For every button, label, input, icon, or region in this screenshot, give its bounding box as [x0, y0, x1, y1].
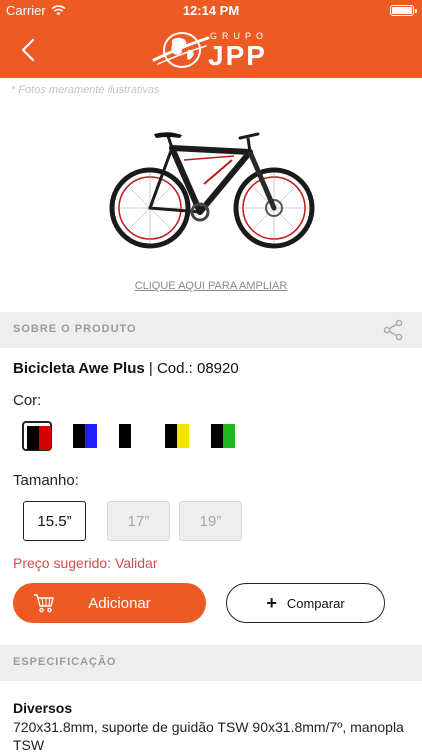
compare-button[interactable]: + Comparar: [226, 583, 385, 623]
nav-bar: GRUPO JPP: [0, 22, 422, 78]
zoom-image-link[interactable]: CLIQUE AQUI PARA AMPLIAR: [0, 280, 422, 292]
about-section-header: SOBRE O PRODUTO: [0, 312, 422, 348]
battery-icon: [390, 5, 417, 16]
size-option-17[interactable]: 17”: [107, 501, 170, 541]
color-swatch-black-green[interactable]: [208, 421, 238, 451]
chevron-left-icon: [21, 38, 35, 62]
size-option-19[interactable]: 19”: [179, 501, 242, 541]
color-swatch-black-yellow[interactable]: [162, 421, 192, 451]
plus-icon: +: [266, 593, 277, 613]
globe-icon: [152, 32, 210, 68]
back-button[interactable]: [10, 30, 46, 70]
photo-disclaimer: * Fotos meramente ilustrativas: [11, 84, 160, 96]
compare-button-label: Comparar: [286, 595, 345, 611]
color-swatch-black-red[interactable]: [22, 421, 52, 451]
spec-section-title: ESPECIFICAÇÃO: [13, 656, 117, 668]
status-bar: Carrier 12:14 PM: [0, 0, 422, 22]
add-button-label: Adicionar: [88, 595, 151, 612]
grupo-jpp-logo: GRUPO JPP: [152, 26, 274, 76]
logo-jpp-text: JPP: [208, 40, 267, 71]
size-option-15-5[interactable]: 15.5”: [23, 501, 86, 541]
share-icon[interactable]: [382, 319, 404, 341]
product-code: Cod.: 08920: [156, 360, 239, 377]
size-label: Tamanho:: [13, 472, 79, 489]
product-separator: |: [144, 360, 157, 377]
spec-group-title: Diversos: [13, 700, 73, 716]
bicycle-product-image[interactable]: [104, 126, 320, 254]
add-to-cart-button[interactable]: Adicionar: [13, 583, 206, 623]
product-name: Bicicleta Awe Plus: [13, 360, 145, 377]
suggested-price-link[interactable]: Preço sugerido: Validar: [13, 555, 157, 571]
product-title: Bicicleta Awe Plus | Cod.: 08920: [13, 360, 239, 377]
color-label: Cor:: [13, 392, 42, 409]
color-swatch-black-blue[interactable]: [70, 421, 100, 451]
status-time: 12:14 PM: [182, 3, 240, 18]
color-swatch-black-white[interactable]: [116, 421, 146, 451]
spec-section-header: ESPECIFICAÇÃO: [0, 645, 422, 681]
spec-group-body: 720x31.8mm, suporte de guidão TSW 90x31.…: [13, 719, 404, 753]
about-section-title: SOBRE O PRODUTO: [13, 323, 137, 335]
